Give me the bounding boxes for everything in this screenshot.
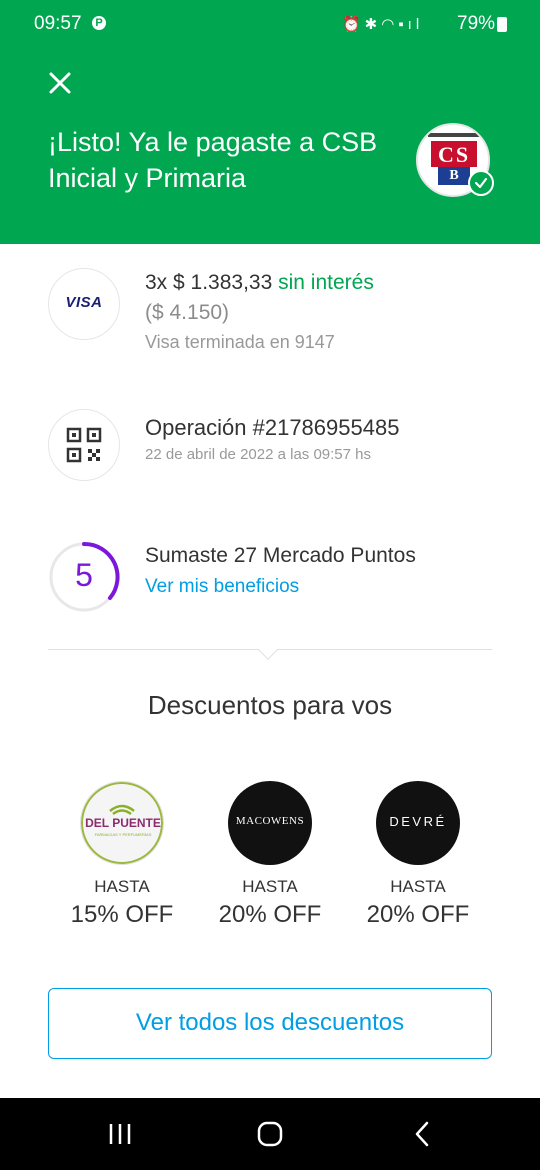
system-nav-bar — [0, 1098, 540, 1170]
system-status-icons: ⏰✱︎◠▪︎ıl — [342, 16, 424, 33]
discount-percent: 20% OFF — [366, 901, 470, 928]
installments: 3x $ 1.383,33 sin interés — [145, 268, 374, 298]
discount-hasta: HASTA — [242, 877, 298, 896]
merchant-logo-letters: CS — [437, 142, 471, 167]
merchant-logo-banner — [428, 133, 482, 137]
back-button[interactable] — [402, 1118, 442, 1150]
back-icon — [415, 1121, 429, 1147]
battery-percent: 79% — [457, 13, 496, 34]
qr-code-icon — [48, 409, 120, 481]
discount-percent: 15% OFF — [70, 901, 174, 928]
delpuente-logo: DEL PUENTE FARMACIAS Y PERFUMERÍAS — [80, 781, 164, 865]
recent-apps-button[interactable] — [100, 1118, 140, 1150]
interest-free-tag: sin interés — [278, 271, 374, 294]
close-button[interactable] — [40, 64, 80, 104]
discount-hasta: HASTA — [94, 877, 150, 896]
home-icon — [257, 1121, 283, 1147]
points-earned: Sumaste 27 Mercado Puntos — [145, 544, 416, 567]
payment-total: ($ 4.150) — [145, 301, 230, 324]
merchant-logo-b: B — [438, 167, 470, 185]
devre-logo: DEVRÉ — [376, 781, 460, 865]
points-level-ring: 5 — [48, 541, 120, 613]
discount-hasta: HASTA — [390, 877, 446, 896]
delpuente-sub: FARMACIAS Y PERFUMERÍAS — [94, 832, 152, 837]
operation-date: 22 de abril de 2022 a las 09:57 hs — [145, 446, 372, 463]
verified-check-icon — [468, 170, 494, 196]
operation-number: Operación #21786955485 — [145, 415, 400, 440]
close-icon — [49, 72, 71, 94]
home-button[interactable] — [250, 1118, 290, 1150]
visa-card-icon: VISA — [48, 268, 120, 340]
status-bar: 09:57 P ⏰✱︎◠▪︎ıl 79% — [0, 0, 540, 44]
macowens-brand: MACOWENS — [235, 815, 305, 827]
delpuente-brand: DEL PUENTE — [85, 816, 161, 830]
card-brand: VISA — [65, 294, 103, 311]
benefits-link[interactable]: Ver mis beneficios — [145, 571, 416, 603]
card-info: Visa terminada en 9147 — [145, 332, 335, 352]
discount-percent: 20% OFF — [218, 901, 322, 928]
devre-brand: DEVRÉ — [389, 814, 447, 829]
points-level: 5 — [75, 557, 93, 593]
merchant-logo-cs: CS — [431, 141, 477, 167]
view-all-discounts-button[interactable]: Ver todos los descuentos — [48, 988, 492, 1059]
battery-icon — [497, 17, 507, 32]
page-title: ¡Listo! Ya le pagaste a CSB Inicial y Pr… — [48, 127, 378, 193]
app-notification-icon: P — [92, 16, 106, 30]
discounts-title: Descuentos para vos — [147, 690, 393, 720]
installments-amount: 3x $ 1.383,33 — [145, 271, 279, 294]
recent-apps-icon — [109, 1124, 131, 1144]
divider-notch — [258, 640, 278, 660]
macowens-logo: MACOWENS — [228, 781, 312, 865]
status-time: 09:57 — [34, 13, 82, 34]
success-header: ¡Listo! Ya le pagaste a CSB Inicial y Pr… — [0, 44, 540, 244]
